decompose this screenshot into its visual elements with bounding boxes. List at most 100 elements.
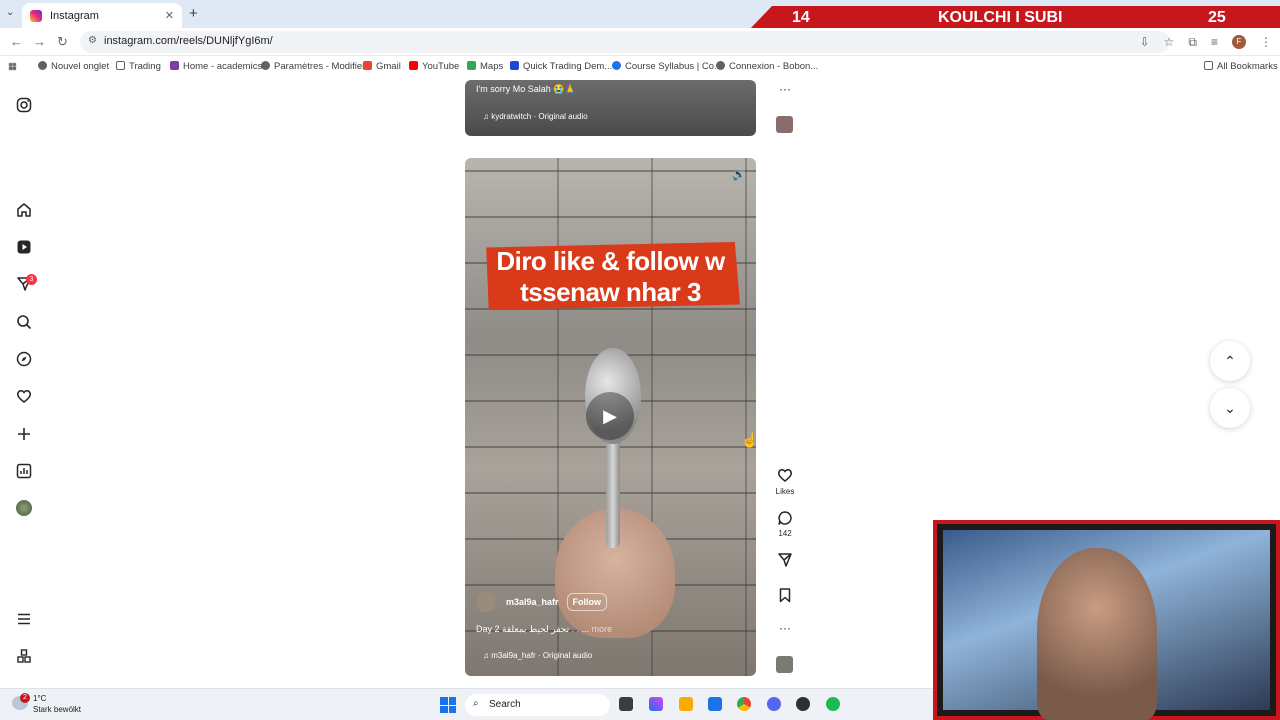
audio-thumbnail[interactable] <box>776 656 793 673</box>
comment-icon[interactable] <box>777 510 793 526</box>
new-tab-button[interactable]: + <box>189 5 198 22</box>
address-bar[interactable]: ⚙ instagram.com/reels/DUNljfYgI6m/ <box>80 31 1170 53</box>
more-menu-icon[interactable] <box>16 611 32 627</box>
more-options-icon[interactable]: ··· <box>774 621 796 635</box>
share-icon[interactable] <box>777 552 793 568</box>
taskbar-search-placeholder: Search <box>489 699 521 710</box>
search-icon: ⌕ <box>473 698 479 709</box>
reel-author: m3al9a_hafr Follow <box>476 592 608 612</box>
streamer-image <box>1037 548 1157 720</box>
previous-reel-audio-thumbnail[interactable] <box>776 116 793 133</box>
chrome-icon[interactable] <box>737 697 751 711</box>
weather-description: Stark bewölkt <box>33 705 82 714</box>
folder-icon <box>116 61 125 70</box>
taskbar-search[interactable]: ⌕ Search <box>465 694 610 716</box>
chrome-menu-icon[interactable]: ⋮ <box>1260 35 1272 50</box>
save-bookmark-icon[interactable] <box>777 587 793 603</box>
bookmark-course-syllabus[interactable]: Course Syllabus | Co... <box>612 61 722 72</box>
bookmark-parametres[interactable]: Paramètres - Modifier <box>261 61 365 72</box>
bookmark-gmail[interactable]: Gmail <box>363 61 401 72</box>
toolbar-icons: ⇩ ☆ ⧉ ≡ F ⋮ <box>1140 35 1272 50</box>
chevron-down-icon: ⌄ <box>1224 400 1236 416</box>
follow-button[interactable]: Follow <box>566 593 608 611</box>
previous-reel-caption: I'm sorry Mo Salah 😭🙏 <box>476 84 576 94</box>
bookmark-quick-trading[interactable]: Quick Trading Dem... <box>510 61 612 72</box>
instagram-favicon-icon <box>30 9 42 22</box>
play-icon[interactable]: ▶ <box>586 392 634 440</box>
dashboard-icon[interactable] <box>16 463 32 479</box>
store-icon[interactable] <box>708 697 722 711</box>
notifications-heart-icon[interactable] <box>16 388 32 404</box>
extensions-icon[interactable]: ⧉ <box>1188 35 1197 50</box>
bookmark-nouvel-onglet[interactable]: Nouvel onglet <box>38 61 109 72</box>
overlay-score-left: 14 <box>792 9 810 26</box>
explore-icon[interactable] <box>16 351 32 367</box>
chevron-up-icon: ⌃ <box>1224 353 1236 369</box>
messages-badge: 3 <box>26 274 37 285</box>
next-reel-button[interactable]: ⌄ <box>1210 388 1250 428</box>
url-text: instagram.com/reels/DUNljfYgI6m/ <box>104 35 273 47</box>
academics-icon <box>170 61 179 70</box>
windows-start-icon[interactable] <box>440 697 456 713</box>
discord-icon[interactable] <box>767 697 781 711</box>
spotify-icon[interactable] <box>826 697 840 711</box>
back-arrow-icon[interactable]: ← <box>10 34 23 49</box>
reel-audio-link[interactable]: ♫ m3al9a_hafr · Original audio <box>483 651 592 660</box>
install-app-icon[interactable]: ⇩ <box>1140 35 1150 50</box>
site-info-icon[interactable]: ⚙ <box>88 35 97 46</box>
bookmark-home-academics[interactable]: Home - academics <box>170 61 262 72</box>
tab-close-icon[interactable]: ✕ <box>165 9 174 22</box>
reload-icon[interactable]: ↻ <box>57 34 68 50</box>
spoon-handle-image <box>606 438 620 548</box>
bookmark-trading[interactable]: Trading <box>116 61 161 72</box>
audio-toggle-icon[interactable]: 🔊 <box>732 168 746 181</box>
course-icon <box>612 61 621 70</box>
search-icon[interactable] <box>16 314 32 330</box>
current-reel-video[interactable]: Diro like & follow w tssenaw nhar 3 ▶ 🔊 … <box>465 158 756 676</box>
profile-avatar[interactable] <box>16 500 32 516</box>
all-bookmarks[interactable]: All Bookmarks <box>1204 61 1278 72</box>
trading-icon <box>510 61 519 70</box>
home-icon[interactable] <box>16 202 32 218</box>
globe-icon <box>38 61 47 70</box>
windows-taskbar: 1°C Stark bewölkt ⌕ Search <box>0 688 933 720</box>
folder-icon <box>1204 61 1213 70</box>
author-avatar[interactable] <box>476 592 496 612</box>
obs-icon[interactable] <box>796 697 810 711</box>
media-controls-icon[interactable]: ≡ <box>1211 35 1218 50</box>
browser-tab-instagram[interactable]: Instagram ✕ <box>22 3 182 28</box>
profile-avatar[interactable]: F <box>1232 35 1246 49</box>
create-plus-icon[interactable] <box>16 426 32 442</box>
tab-search-dropdown-icon[interactable]: ⌄ <box>6 7 14 18</box>
hand-cursor-icon: ☝ <box>741 432 759 448</box>
bookmark-connexion[interactable]: Connexion - Bobon... <box>716 61 818 72</box>
previous-reel-button[interactable]: ⌃ <box>1210 341 1250 381</box>
previous-reel-more-icon[interactable]: ··· <box>774 82 796 96</box>
reels-icon[interactable] <box>16 239 32 255</box>
overlay-title: KOULCHI I SUBI <box>938 9 1063 26</box>
bookmark-maps[interactable]: Maps <box>467 61 503 72</box>
globe-icon <box>716 61 725 70</box>
file-explorer-icon[interactable] <box>679 697 693 711</box>
previous-reel[interactable]: I'm sorry Mo Salah 😭🙏 ♫ kydratwitch · Or… <box>465 80 756 136</box>
author-username[interactable]: m3al9a_hafr <box>506 597 559 607</box>
youtube-icon <box>409 61 418 70</box>
task-view-icon[interactable] <box>619 697 633 711</box>
overlay-score-right: 25 <box>1208 9 1226 26</box>
bookmark-star-icon[interactable]: ☆ <box>1164 35 1175 50</box>
previous-reel-audio[interactable]: ♫ kydratwitch · Original audio <box>483 112 588 121</box>
weather-temperature: 1°C <box>33 694 47 703</box>
more-link[interactable]: more <box>592 624 613 634</box>
like-heart-icon[interactable] <box>777 467 793 483</box>
bookmark-youtube[interactable]: YouTube <box>409 61 459 72</box>
browser-toolbar: ← → ↻ ⚙ instagram.com/reels/DUNljfYgI6m/… <box>0 28 1280 56</box>
streamer-webcam <box>933 520 1280 720</box>
also-from-meta-icon[interactable] <box>16 648 32 664</box>
comments-count: 142 <box>778 529 792 538</box>
likes-label: Likes <box>775 487 795 496</box>
reel-overlay-text: Diro like & follow w tssenaw nhar 3 <box>496 246 725 307</box>
forward-arrow-icon[interactable]: → <box>33 34 46 49</box>
apps-grid-icon[interactable]: ▦ <box>8 61 17 72</box>
instagram-logo-icon[interactable] <box>16 97 32 113</box>
copilot-icon[interactable] <box>649 697 663 711</box>
